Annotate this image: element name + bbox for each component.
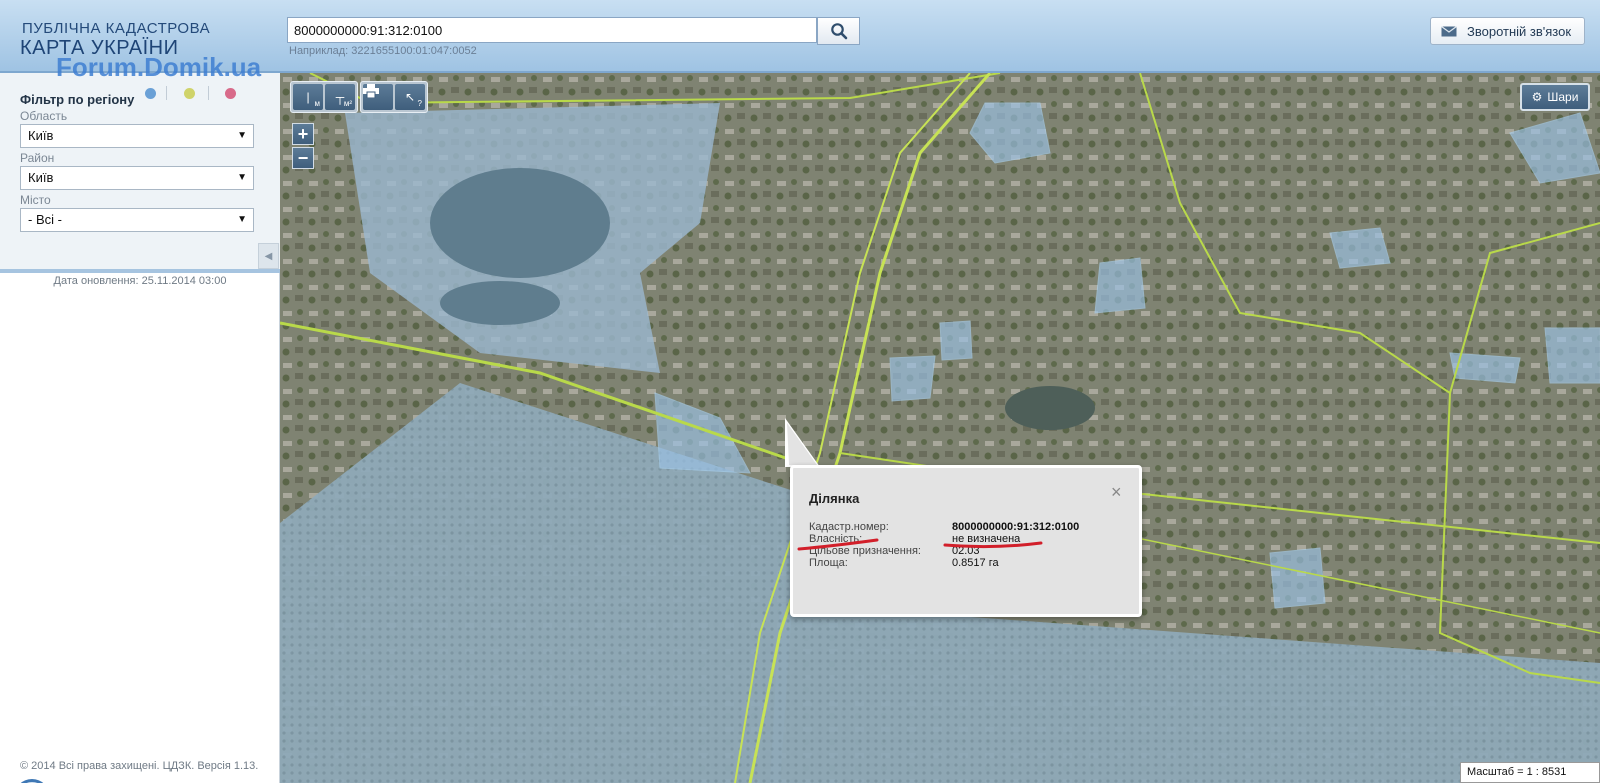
measure-area-button[interactable]: ┬ м² xyxy=(325,84,355,110)
feedback-label: Зворотній зв'язок xyxy=(1467,23,1572,39)
raion-value: Київ xyxy=(28,170,54,185)
satellite-imagery xyxy=(280,73,1600,783)
dropdown-arrow-icon: ▼ xyxy=(237,130,247,141)
red-underline-annotation xyxy=(797,538,1043,551)
forum-watermark: Forum.Domik.ua xyxy=(56,52,262,82)
city-value: - Всі - xyxy=(28,212,62,227)
dropdown-arrow-icon: ▼ xyxy=(237,172,247,183)
city-label: Місто xyxy=(20,193,51,207)
printer-icon xyxy=(363,84,379,98)
collapse-sidebar-button[interactable]: ◀ xyxy=(258,243,279,269)
update-date: Дата оновлення: 25.11.2014 03:00 xyxy=(53,275,227,287)
divider xyxy=(166,86,167,100)
map-view[interactable]: | м ┬ м² ↖ ? + − ⚙ Шари Ділянка × Кадаст… xyxy=(280,73,1600,783)
utility-tools: ↖ ? xyxy=(360,81,428,113)
layers-button[interactable]: ⚙ Шари xyxy=(1520,83,1590,111)
logo-title-line1: ПУБЛІЧНА КАДАСТРОВА xyxy=(22,20,211,37)
filter-title: Фільтр по регіону xyxy=(20,92,135,107)
search-button[interactable] xyxy=(817,17,860,45)
gear-icon: ⚙ xyxy=(1531,90,1543,104)
divider xyxy=(208,86,209,100)
map-scale: Масштаб = 1 : 8531 xyxy=(1460,762,1600,783)
print-button[interactable] xyxy=(363,84,393,110)
chevron-left-icon: ◀ xyxy=(264,250,273,262)
area-unit: м² xyxy=(343,99,352,108)
yellow-dot-filter[interactable] xyxy=(184,88,195,99)
pointer-icon: ↖ xyxy=(404,90,416,104)
raion-label: Район xyxy=(20,151,55,165)
search-icon xyxy=(830,23,847,40)
zoom-in-button[interactable]: + xyxy=(292,123,314,145)
dropdown-arrow-icon: ▼ xyxy=(237,214,247,225)
agency-logo-icon xyxy=(14,779,50,783)
oblast-label: Область xyxy=(20,109,68,123)
envelope-icon xyxy=(1441,25,1457,36)
zoom-out-button[interactable]: − xyxy=(292,147,314,169)
sidebar: Фільтр по регіону Область Київ ▼ Район К… xyxy=(0,73,280,783)
oblast-value: Київ xyxy=(28,128,54,143)
identify-button[interactable]: ↖ ? xyxy=(395,84,425,110)
measure-tools: | м ┬ м² xyxy=(290,81,358,113)
blue-dot-filter[interactable] xyxy=(145,88,156,99)
oblast-select[interactable]: Київ ▼ xyxy=(20,124,254,148)
parcel-info-popup: Ділянка × Кадастр.номер: 8000000000:91:3… xyxy=(790,465,1142,617)
red-dot-filter[interactable] xyxy=(225,88,236,99)
cadastral-search-input[interactable] xyxy=(287,17,817,43)
region-filter-panel: Фільтр по регіону Область Київ ▼ Район К… xyxy=(0,73,280,273)
identify-hint: ? xyxy=(417,99,422,108)
ruler-icon: | xyxy=(306,90,310,104)
city-select[interactable]: - Всі - ▼ xyxy=(20,208,254,232)
feedback-button[interactable]: Зворотній зв'язок xyxy=(1430,17,1585,45)
raion-select[interactable]: Київ ▼ xyxy=(20,166,254,190)
layers-label: Шари xyxy=(1547,90,1579,104)
length-unit: м xyxy=(314,99,321,108)
copyright: © 2014 Всі права захищені. ЦДЗК. Версія … xyxy=(20,760,259,772)
measure-length-button[interactable]: | м xyxy=(293,84,323,110)
search-example-hint: Наприклад: 3221655100:01:047:0052 xyxy=(289,45,477,57)
